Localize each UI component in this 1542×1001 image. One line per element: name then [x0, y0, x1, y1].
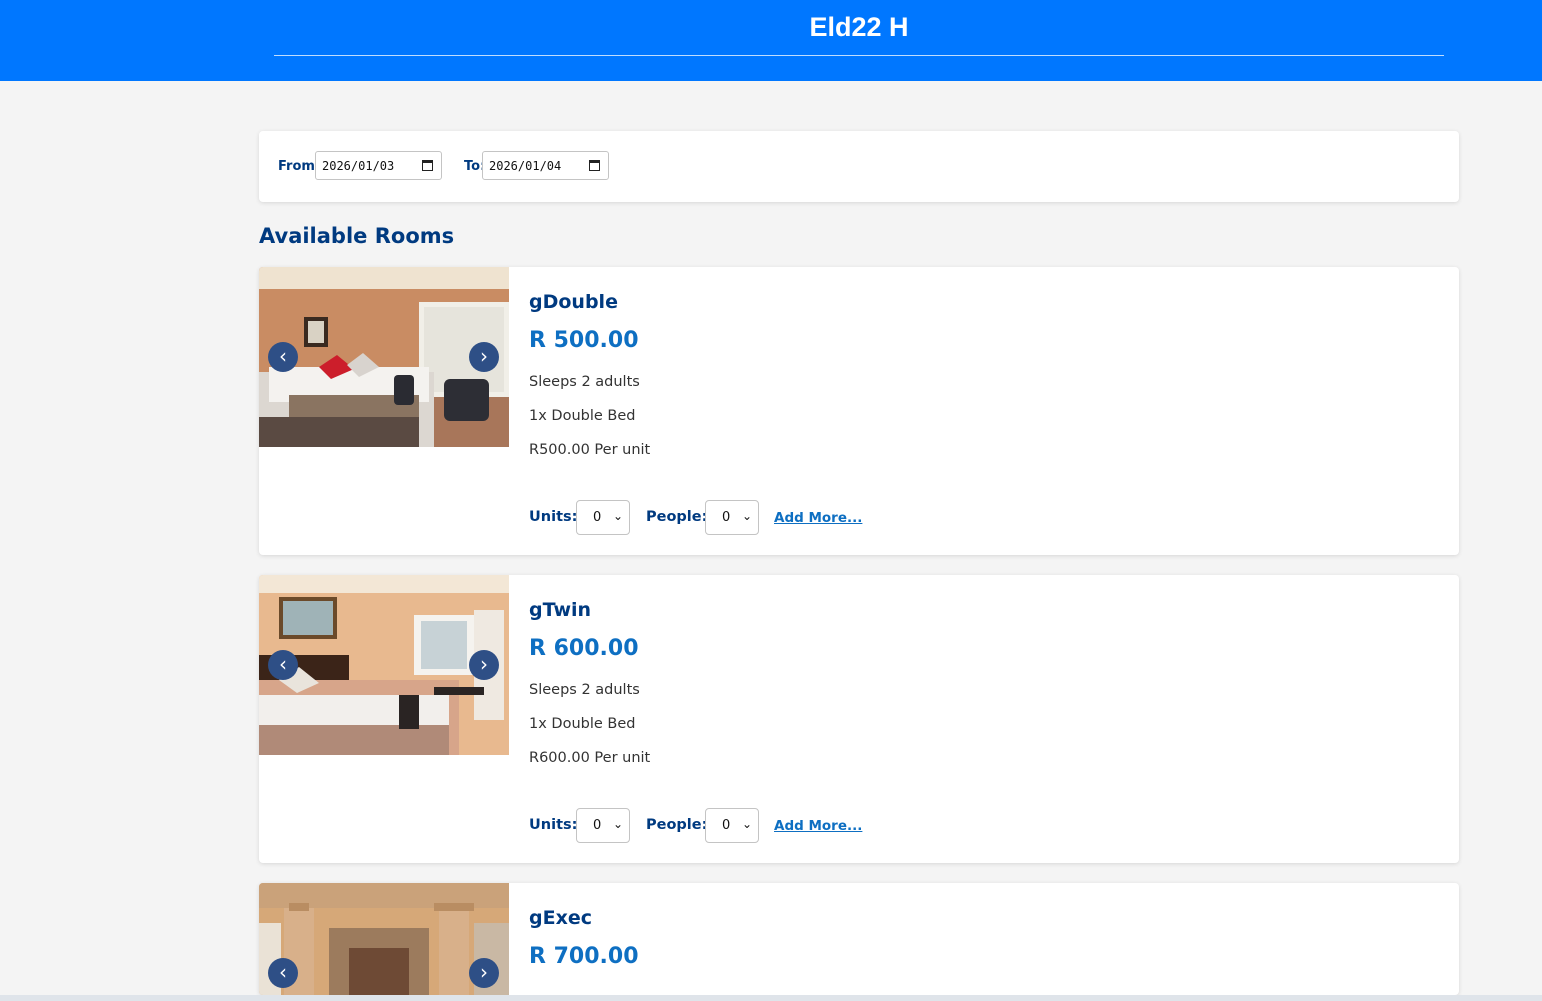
chevron-down-icon: ⌄ — [741, 817, 752, 831]
room-name: gExec — [529, 907, 592, 929]
room-name: gDouble — [529, 291, 618, 313]
units-value: 0 — [593, 818, 602, 833]
people-select[interactable]: 0 ⌄ — [705, 808, 759, 843]
next-photo-button[interactable]: › — [469, 958, 499, 988]
calendar-icon[interactable] — [422, 160, 433, 171]
to-date-value: 2026/01/04 — [489, 159, 562, 173]
units-value: 0 — [593, 510, 602, 525]
room-name: gTwin — [529, 599, 592, 621]
people-select[interactable]: 0 ⌄ — [705, 500, 759, 535]
room-photo: ‹ › — [259, 883, 509, 995]
room-beds: 1x Double Bed — [529, 408, 636, 424]
room-occupancy: Sleeps 2 adults — [529, 682, 640, 698]
chevron-down-icon: ⌄ — [612, 509, 623, 523]
people-value: 0 — [722, 510, 731, 525]
available-rooms-heading: Available Rooms — [259, 224, 455, 248]
people-label: People: — [646, 817, 708, 833]
people-value: 0 — [722, 818, 731, 833]
room-card: ‹ › gDouble R 500.00 Sleeps 2 adults 1x … — [259, 267, 1459, 555]
bottom-scroll-strip — [0, 995, 1542, 1001]
room-beds: 1x Double Bed — [529, 716, 636, 732]
units-label: Units: — [529, 509, 578, 525]
room-card: ‹ › gTwin R 600.00 Sleeps 2 adults 1x Do… — [259, 575, 1459, 863]
date-filter-card: From: 2026/01/03 To: 2026/01/04 — [259, 131, 1459, 202]
room-unit-price: R600.00 Per unit — [529, 750, 651, 766]
people-label: People: — [646, 509, 708, 525]
from-date-input[interactable]: 2026/01/03 — [315, 151, 442, 180]
header-divider — [274, 55, 1444, 56]
room-card: ‹ › gExec R 700.00 — [259, 883, 1459, 995]
units-label: Units: — [529, 817, 578, 833]
chevron-down-icon: ⌄ — [612, 817, 623, 831]
next-photo-button[interactable]: › — [469, 650, 499, 680]
previous-photo-button[interactable]: ‹ — [268, 958, 298, 988]
chevron-down-icon: ⌄ — [741, 509, 752, 523]
room-occupancy: Sleeps 2 adults — [529, 374, 640, 390]
room-price: R 700.00 — [529, 944, 639, 969]
next-photo-button[interactable]: › — [469, 342, 499, 372]
to-date-input[interactable]: 2026/01/04 — [482, 151, 609, 180]
room-photo: ‹ › — [259, 267, 509, 447]
add-more-link[interactable]: Add More... — [774, 510, 862, 526]
previous-photo-button[interactable]: ‹ — [268, 342, 298, 372]
previous-photo-button[interactable]: ‹ — [268, 650, 298, 680]
room-price: R 600.00 — [529, 636, 639, 661]
calendar-icon[interactable] — [589, 160, 600, 171]
from-label: From: — [278, 159, 321, 174]
room-photo: ‹ › — [259, 575, 509, 755]
units-select[interactable]: 0 ⌄ — [576, 500, 630, 535]
add-more-link[interactable]: Add More... — [774, 818, 862, 834]
from-date-value: 2026/01/03 — [322, 159, 395, 173]
room-price: R 500.00 — [529, 328, 639, 353]
room-unit-price: R500.00 Per unit — [529, 442, 651, 458]
units-select[interactable]: 0 ⌄ — [576, 808, 630, 843]
top-header: Eld22 H — [0, 0, 1542, 81]
page-title: Eld22 H — [809, 12, 909, 42]
